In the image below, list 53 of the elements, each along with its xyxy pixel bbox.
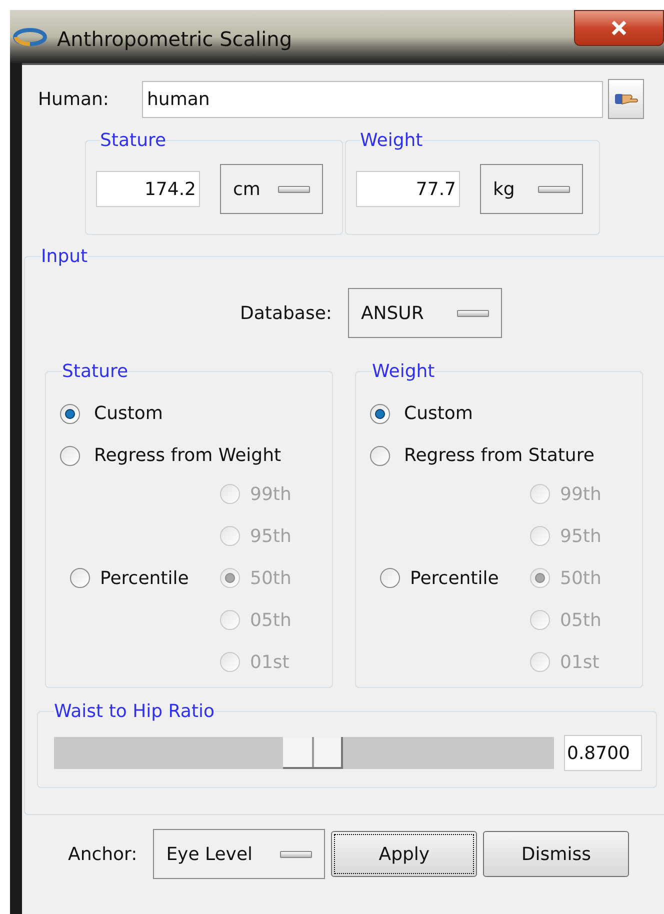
radio-label: 99th <box>560 482 602 506</box>
radio-button[interactable] <box>380 568 400 588</box>
human-field[interactable]: human <box>142 80 603 118</box>
close-button[interactable] <box>574 10 664 46</box>
database-label: Database: <box>240 302 332 326</box>
dropdown-indicator-icon <box>278 186 310 192</box>
dropdown-indicator-icon <box>456 310 489 316</box>
radio-button[interactable] <box>370 446 390 466</box>
radio-label: Custom <box>94 402 163 426</box>
radio-label: Percentile <box>410 566 499 590</box>
group-title: Stature <box>62 360 128 384</box>
radio-button[interactable] <box>370 404 390 424</box>
dialog-button[interactable]: Dismiss <box>483 831 630 877</box>
radio-label: Regress from Weight <box>94 444 282 468</box>
radio-label: 95th <box>560 524 602 548</box>
value-field[interactable]: 174.2 <box>96 171 200 207</box>
ratio-field[interactable]: 0.8700 <box>564 735 642 771</box>
group-title: Stature <box>100 129 166 153</box>
radio-label: 05th <box>250 608 292 632</box>
slider-thumb[interactable] <box>282 737 343 769</box>
radio-label: 50th <box>250 566 292 590</box>
radio-label: 01st <box>560 650 600 674</box>
radio-label: 05th <box>560 608 602 632</box>
radio-label: Custom <box>404 402 473 426</box>
group-title: Waist to Hip Ratio <box>54 700 215 724</box>
anchor-dropdown[interactable]: Eye Level <box>153 829 326 879</box>
group-title: Weight <box>360 129 423 153</box>
dialog-button[interactable]: Apply <box>331 831 478 877</box>
window-title: Anthropometric Scaling <box>57 26 292 53</box>
radio-label: Percentile <box>100 566 189 590</box>
human-label: Human: <box>38 88 110 112</box>
radio-button[interactable] <box>60 404 80 424</box>
database-dropdown[interactable]: ANSUR <box>348 288 502 338</box>
dropdown-indicator-icon <box>538 186 570 192</box>
radio-button[interactable] <box>70 568 90 588</box>
radio-label: 01st <box>250 650 290 674</box>
close-icon <box>610 20 628 36</box>
ring-icon <box>12 27 48 47</box>
unit-dropdown[interactable]: kg <box>480 164 583 214</box>
anchor-label: Anchor: <box>68 842 138 866</box>
dropdown-indicator-icon <box>280 850 312 858</box>
slider-track[interactable] <box>54 737 554 769</box>
group-title: Weight <box>372 360 435 384</box>
radio-label: 50th <box>560 566 602 590</box>
radio-button[interactable] <box>60 446 80 466</box>
pointing-hand-icon <box>614 92 638 106</box>
radio-label: Regress from Stature <box>404 444 594 468</box>
radio-label: 95th <box>250 524 292 548</box>
pick-button[interactable] <box>608 79 644 119</box>
unit-dropdown[interactable]: cm <box>220 164 323 214</box>
group-title: Input <box>41 245 88 269</box>
value-field[interactable]: 77.7 <box>356 171 460 207</box>
radio-label: 99th <box>250 482 292 506</box>
